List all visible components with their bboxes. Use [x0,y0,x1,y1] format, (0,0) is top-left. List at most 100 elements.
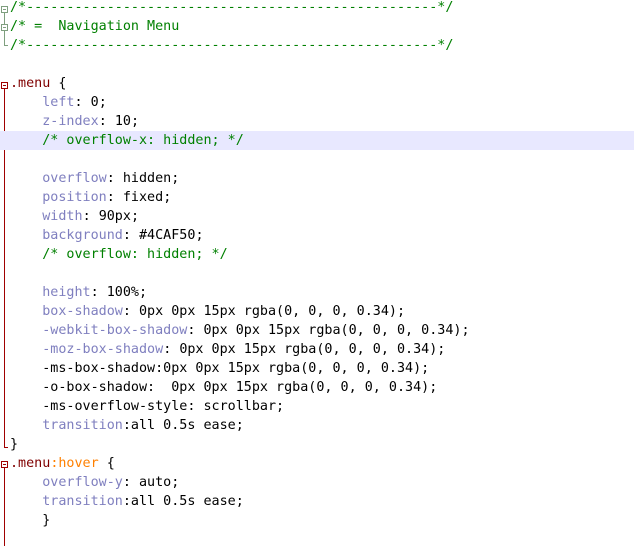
code-token: 0 [90,95,99,110]
code-text: box-shadow: 0px 0px 15px rgba(0, 0, 0, 0… [10,302,405,321]
code-text: height: 100%; [10,283,147,302]
code-token: -ms-overflow-style: scrollbar; [10,399,285,414]
code-editor[interactable]: /*--------------------------------------… [0,0,634,549]
code-token: -webkit-box-shadow [10,323,188,338]
code-line[interactable]: /* overflow-x: hidden; */ [0,131,634,150]
code-line[interactable]: box-shadow: 0px 0px 15px rgba(0, 0, 0, 0… [0,302,634,321]
code-token: transition [10,494,123,509]
code-token: transition [10,418,123,433]
code-text: } [10,435,18,454]
code-token: .menu [10,76,51,91]
code-token: } [10,437,19,452]
code-token: ; [139,285,148,300]
code-token: -ms-box-shadow:0px 0px 15px rgba(0, 0, 0… [10,361,430,376]
code-token: ; [396,304,406,319]
code-token: box-shadow [10,304,123,319]
code-token: height [10,285,91,300]
code-token: { [98,456,115,471]
code-token: : [163,342,180,357]
code-token: width [10,209,83,224]
code-line[interactable]: -moz-box-shadow: 0px 0px 15px rgba(0, 0,… [0,340,634,359]
code-token: :all 0.5s ease; [122,494,244,509]
code-token: overflow [10,171,107,186]
code-text: /* overflow: hidden; */ [10,245,228,264]
code-token: /* overflow-x: hidden; */ [10,133,244,148]
code-text: overflow-y: auto; [10,473,179,492]
code-token: auto [139,475,172,490]
code-token: : [106,190,123,205]
code-token: hidden [122,171,172,186]
code-line[interactable]: /*--------------------------------------… [0,36,634,55]
code-token: 100% [106,285,139,300]
code-token: ; [461,323,470,338]
code-line[interactable] [0,150,634,169]
code-token: 10 [114,114,131,129]
code-text: position: fixed; [10,188,171,207]
code-text: /* overflow-x: hidden; */ [10,131,244,150]
code-line[interactable]: /* overflow: hidden; */ [0,245,634,264]
code-token: : [187,323,204,338]
code-token: background [10,228,123,243]
code-line[interactable]: /*--------------------------------------… [0,0,634,17]
code-text: -o-box-shadow: 0px 0px 15px rgba(0, 0, 0… [10,378,437,397]
code-text: width: 90px; [10,207,139,226]
code-token: } [10,513,51,528]
code-line[interactable]: background: #4CAF50; [0,226,634,245]
code-token: : [122,228,139,243]
code-line[interactable]: .menu { [0,74,634,93]
code-text: /*--------------------------------------… [10,36,453,55]
code-token: /*--------------------------------------… [10,38,454,53]
code-token: #4CAF50 [139,228,196,243]
code-text: -webkit-box-shadow: 0px 0px 15px rgba(0,… [10,321,470,340]
code-token: ; [171,171,180,186]
code-token: : [82,209,99,224]
code-line[interactable]: position: fixed; [0,188,634,207]
code-token: ; [130,114,139,129]
code-line[interactable]: z-index: 10; [0,112,634,131]
code-token: /*--------------------------------------… [10,0,454,15]
code-line[interactable] [0,264,634,283]
code-text: transition:all 0.5s ease; [10,492,244,511]
code-line[interactable]: transition:all 0.5s ease; [0,416,634,435]
code-text: -ms-overflow-style: scrollbar; [10,397,284,416]
code-text: } [10,511,50,530]
code-line[interactable]: transition:all 0.5s ease; [0,492,634,511]
code-token: { [50,76,67,91]
code-token: /* = Navigation Menu [10,19,180,34]
code-text: -moz-box-shadow: 0px 0px 15px rgba(0, 0,… [10,340,445,359]
code-token: -o-box-shadow: 0px 0px 15px rgba(0, 0, 0… [10,380,438,395]
code-line[interactable]: overflow-y: auto; [0,473,634,492]
code-token: :all 0.5s ease; [122,418,244,433]
code-line[interactable]: overflow: hidden; [0,169,634,188]
code-token: fixed [122,190,164,205]
code-text: .menu { [10,74,66,93]
code-token: ; [195,228,204,243]
code-line[interactable]: .menu:hover { [0,454,634,473]
code-line[interactable]: -o-box-shadow: 0px 0px 15px rgba(0, 0, 0… [0,378,634,397]
code-token: ; [437,342,446,357]
code-line[interactable]: /* = Navigation Menu [0,17,634,36]
code-line[interactable]: } [0,511,634,530]
code-line[interactable]: left: 0; [0,93,634,112]
code-line[interactable]: -ms-box-shadow:0px 0px 15px rgba(0, 0, 0… [0,359,634,378]
code-token: ; [98,95,107,110]
code-text: transition:all 0.5s ease; [10,416,244,435]
code-text: left: 0; [10,93,107,112]
code-line[interactable]: -webkit-box-shadow: 0px 0px 15px rgba(0,… [0,321,634,340]
code-token: : [106,171,123,186]
code-token: : [122,304,139,319]
code-line[interactable] [0,55,634,74]
code-text: .menu:hover { [10,454,115,473]
code-line[interactable]: width: 90px; [0,207,634,226]
code-line[interactable]: } [0,435,634,454]
code-token: 90px [98,209,131,224]
code-token: .menu [10,456,51,471]
code-token: :hover [50,456,99,471]
code-text: -ms-box-shadow:0px 0px 15px rgba(0, 0, 0… [10,359,429,378]
code-token: z-index [10,114,99,129]
code-token: : [98,114,115,129]
code-line[interactable]: height: 100%; [0,283,634,302]
code-line[interactable]: -ms-overflow-style: scrollbar; [0,397,634,416]
code-token: ; [171,475,180,490]
code-token: /* overflow: hidden; */ [10,247,228,262]
